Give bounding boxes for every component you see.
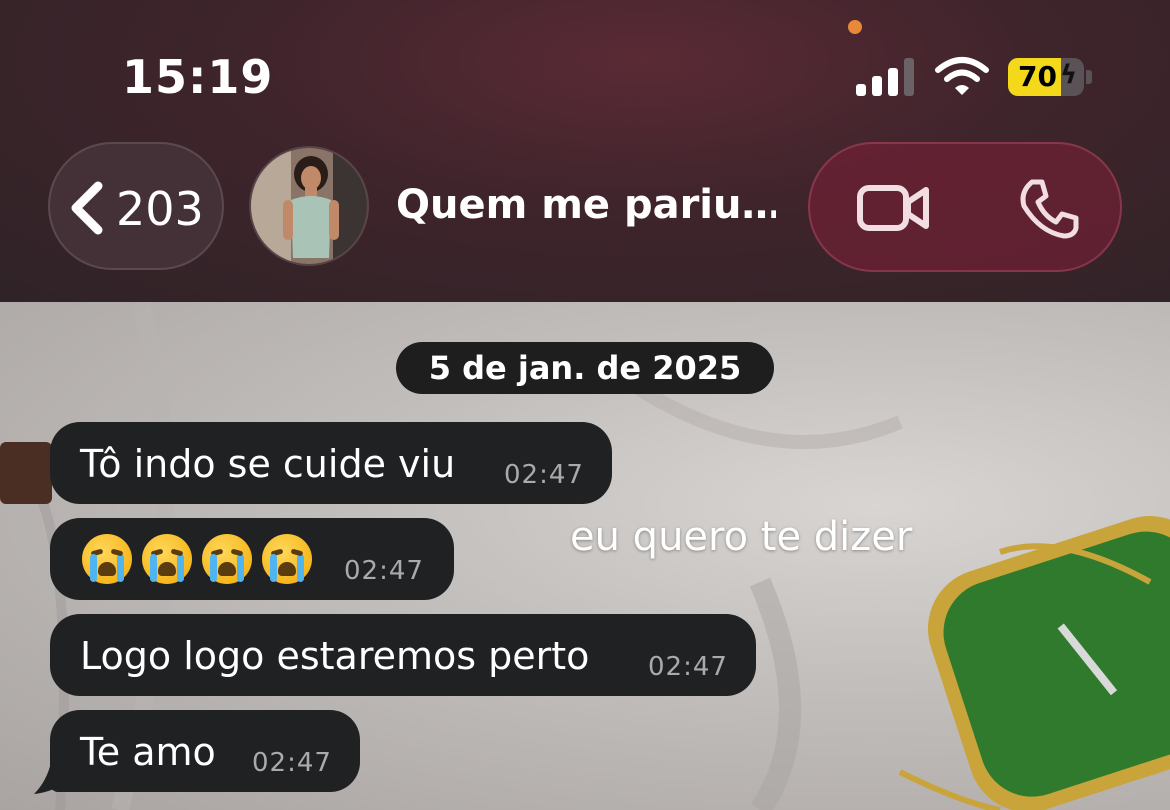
charging-bolt-icon: ϟ xyxy=(1060,60,1078,90)
date-separator: 5 de jan. de 2025 xyxy=(396,342,774,394)
call-actions xyxy=(808,142,1122,272)
message-bubble[interactable]: Te amo 02:47 xyxy=(50,710,360,792)
message-time: 02:47 xyxy=(504,460,584,490)
privacy-indicator-dot xyxy=(848,20,862,34)
message-bubble[interactable]: 02:47 xyxy=(50,518,454,600)
phone-icon[interactable] xyxy=(1018,178,1080,240)
message-time: 02:47 xyxy=(648,652,728,682)
message-text: Logo logo estaremos perto xyxy=(80,634,590,678)
message-bubble[interactable]: Tô indo se cuide viu 02:47 xyxy=(50,422,612,504)
avatar-photo xyxy=(251,148,367,264)
crying-face-emoji xyxy=(262,534,312,584)
message-text: Tô indo se cuide viu xyxy=(80,442,456,486)
bubble-tail xyxy=(34,748,74,794)
video-overlay-caption: eu quero te dizer xyxy=(570,514,913,560)
battery-nub xyxy=(1086,70,1092,84)
cellular-signal-icon xyxy=(856,58,914,96)
message-time: 02:47 xyxy=(344,556,424,586)
message-bubble[interactable]: Logo logo estaremos perto 02:47 xyxy=(50,614,756,696)
back-button[interactable]: 203 xyxy=(48,142,224,270)
wifi-icon xyxy=(935,57,989,95)
contact-avatar[interactable] xyxy=(249,146,369,266)
crying-face-emoji xyxy=(142,534,192,584)
contact-name[interactable]: Quem me pariu… xyxy=(396,182,776,228)
chat-header: 15:19 70 ϟ 203 Quem me pariu… xyxy=(0,0,1170,302)
battery-icon: 70 ϟ xyxy=(1008,58,1084,96)
video-camera-icon[interactable] xyxy=(856,182,930,234)
unread-count: 203 xyxy=(116,182,204,236)
status-time: 15:19 xyxy=(122,50,274,104)
chevron-left-icon xyxy=(71,181,103,235)
crying-face-emoji xyxy=(202,534,252,584)
message-text: Te amo xyxy=(80,730,216,774)
message-time: 02:47 xyxy=(252,748,332,778)
chat-area[interactable]: 5 de jan. de 2025 Tô indo se cuide viu 0… xyxy=(0,302,1170,810)
crying-face-emoji xyxy=(82,534,132,584)
battery-percent: 70 xyxy=(1018,60,1057,93)
emoji-row xyxy=(82,534,322,584)
